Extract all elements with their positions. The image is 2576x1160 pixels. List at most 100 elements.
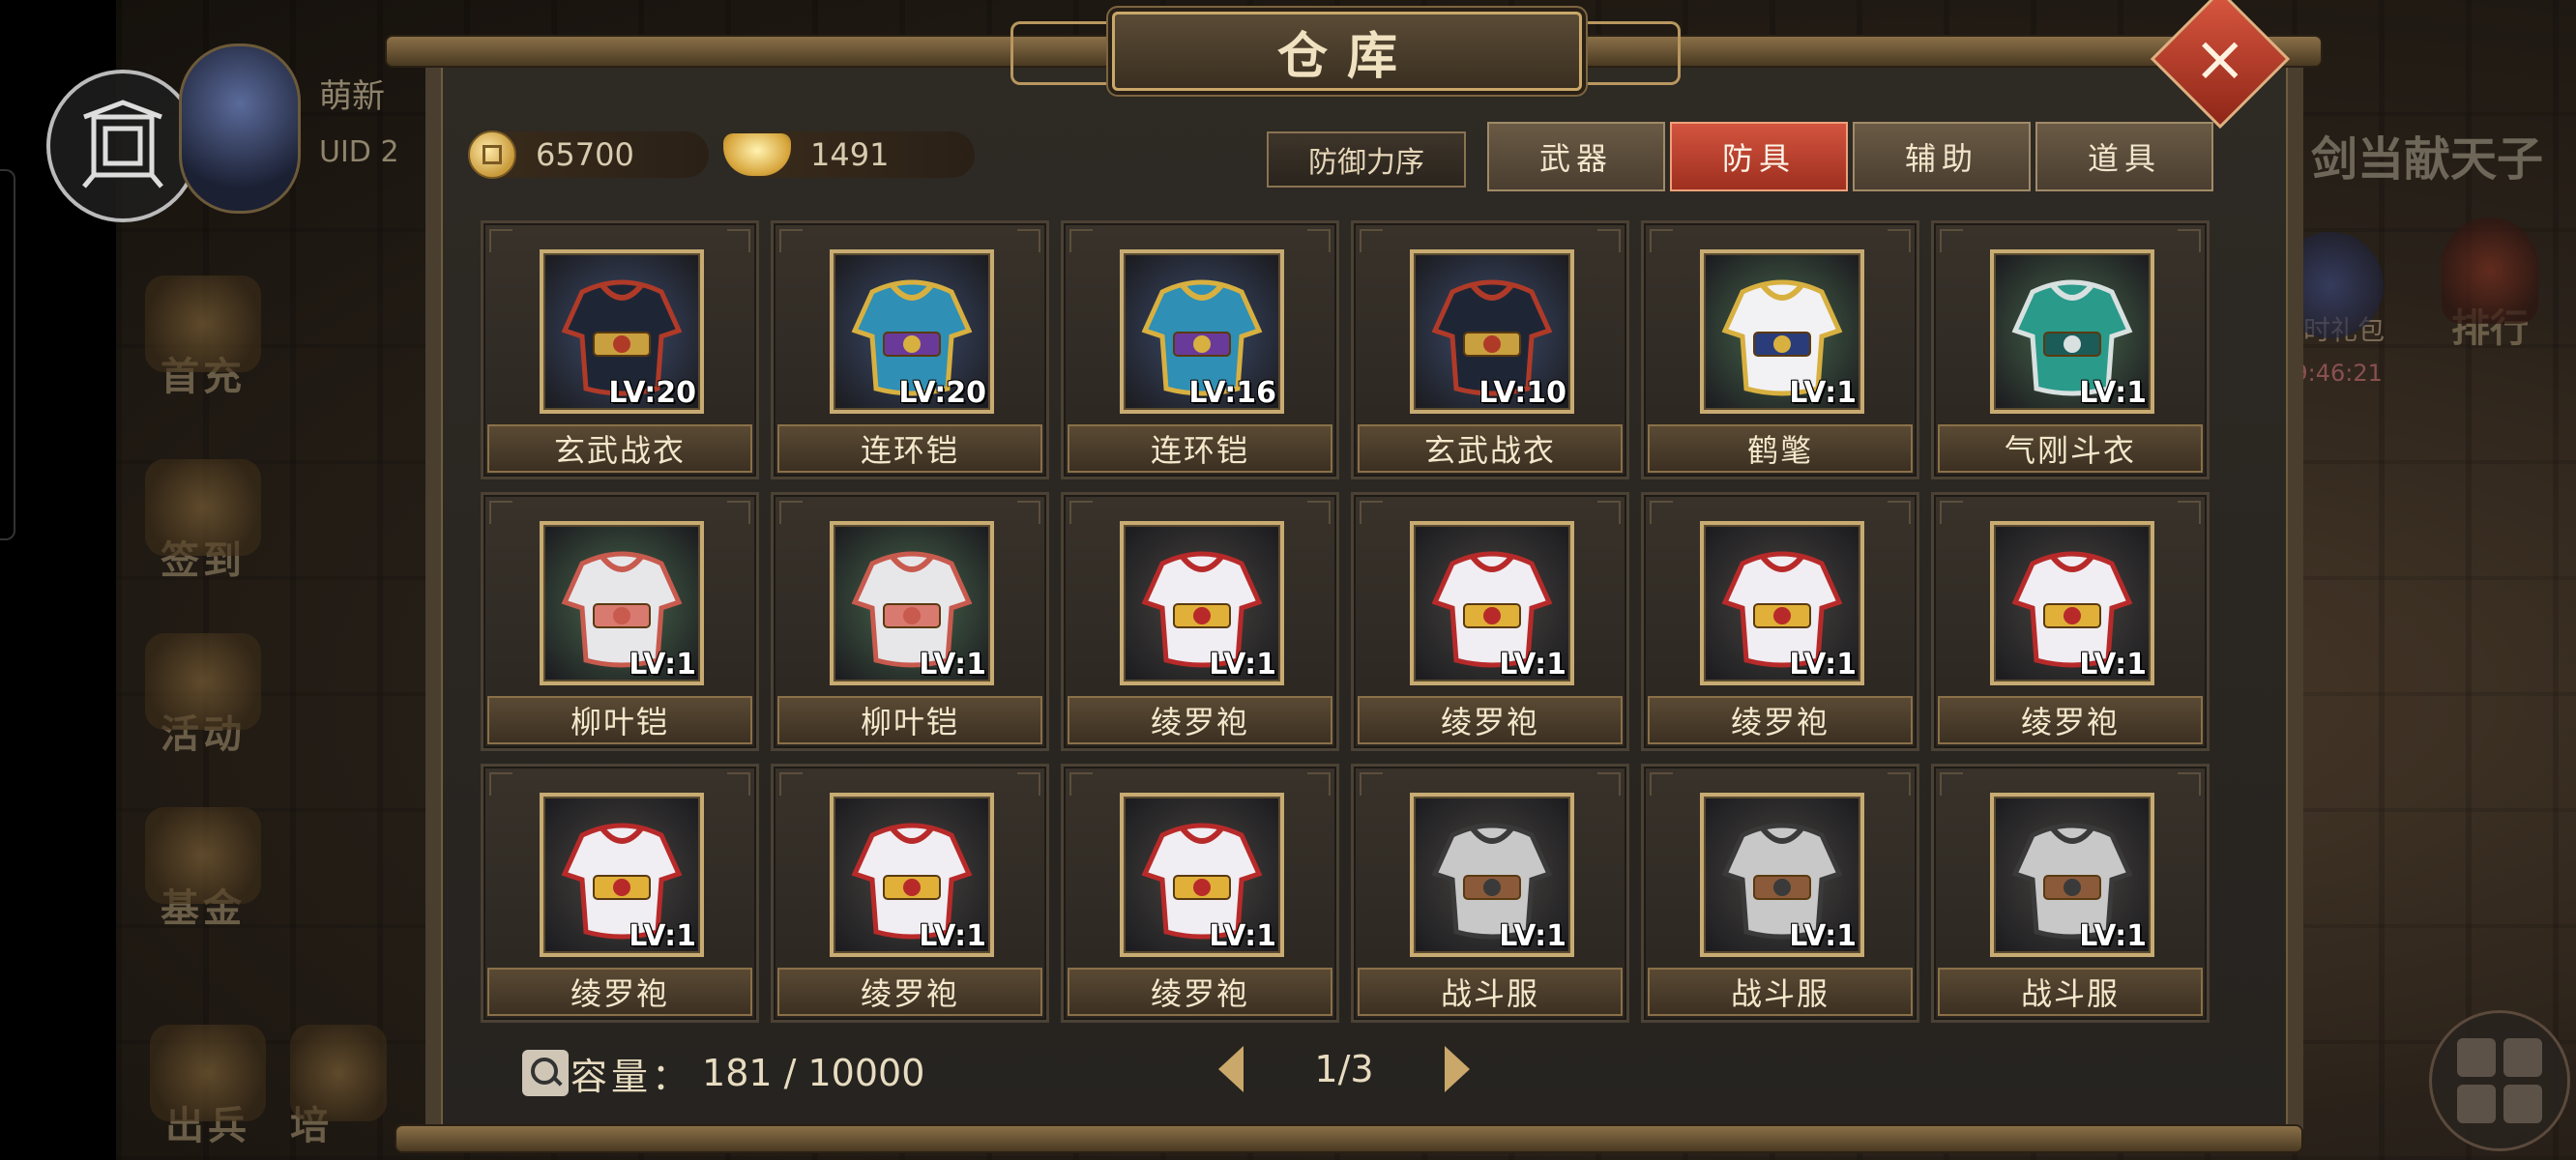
item-name: 鹤氅	[1648, 424, 1913, 473]
inventory-item[interactable]: LV:1 战斗服	[1641, 764, 1919, 1023]
page-indicator: 1/3	[1314, 1048, 1374, 1090]
inventory-item[interactable]: LV:20 连环铠	[771, 220, 1049, 479]
inventory-item[interactable]: LV:16 连环铠	[1061, 220, 1339, 479]
inventory-item[interactable]: LV:10 玄武战衣	[1351, 220, 1629, 479]
inventory-item[interactable]: LV:1 绫罗袍	[771, 764, 1049, 1023]
item-name: 气刚斗衣	[1938, 424, 2203, 473]
capacity-value: 181 / 10000	[702, 1052, 925, 1094]
item-name: 绫罗袍	[1938, 696, 2203, 744]
item-name: 玄武战衣	[487, 424, 752, 473]
tab-armor[interactable]: 防具	[1670, 122, 1848, 191]
inventory-item[interactable]: LV:1 战斗服	[1931, 764, 2210, 1023]
pagination: 1/3	[1218, 1039, 1470, 1099]
tab-weapons[interactable]: 武器	[1487, 122, 1665, 191]
inventory-item[interactable]: LV:1 绫罗袍	[1061, 492, 1339, 751]
item-icon-frame: LV:10	[1410, 249, 1574, 414]
item-icon-frame: LV:1	[1410, 793, 1574, 957]
warehouse-title-plate: 仓库	[1112, 12, 1582, 91]
player-name: 萌新	[319, 77, 385, 116]
item-icon-frame: LV:1	[1990, 793, 2154, 957]
item-icon-frame: LV:1	[1990, 521, 2154, 685]
inventory-item[interactable]: LV:1 气刚斗衣	[1931, 220, 2210, 479]
item-name: 柳叶铠	[487, 696, 752, 744]
search-icon[interactable]	[522, 1050, 569, 1096]
item-icon-frame: LV:1	[1700, 249, 1864, 414]
item-level: LV:1	[629, 919, 696, 953]
item-icon-frame: LV:16	[1120, 249, 1284, 414]
item-icon-frame: LV:1	[1700, 521, 1864, 685]
item-level: LV:1	[1499, 919, 1566, 953]
inventory-item[interactable]: LV:1 绫罗袍	[1061, 764, 1339, 1023]
item-name: 战斗服	[1358, 968, 1623, 1016]
copper-coin-icon	[468, 130, 516, 179]
main-menu-button[interactable]	[2429, 1010, 2570, 1151]
dispatch-icon	[150, 1025, 266, 1121]
item-level: LV:1	[919, 648, 986, 682]
edge-handle	[0, 169, 15, 540]
item-icon-frame: LV:1	[1700, 793, 1864, 957]
dispatch-button[interactable]: 出兵	[135, 1005, 280, 1150]
item-level: LV:1	[1209, 919, 1276, 953]
item-level: LV:1	[1789, 648, 1857, 682]
fund-button[interactable]: 基金	[131, 788, 276, 933]
panel-bottom-frame	[396, 1126, 2301, 1151]
inventory-item[interactable]: LV:20 玄武战衣	[481, 220, 759, 479]
avatar[interactable]	[179, 44, 301, 214]
item-level: LV:1	[2079, 919, 2147, 953]
first-recharge-button[interactable]: 首充	[131, 256, 276, 401]
next-page-arrow-icon[interactable]	[1445, 1046, 1470, 1092]
item-icon-frame: LV:1	[1120, 521, 1284, 685]
activity-button[interactable]: 活动	[131, 614, 276, 759]
inventory-item[interactable]: LV:1 战斗服	[1351, 764, 1629, 1023]
item-level: LV:1	[1789, 919, 1857, 953]
item-level: LV:1	[2079, 648, 2147, 682]
copper-balance: 65700	[468, 130, 709, 179]
prev-page-arrow-icon[interactable]	[1218, 1046, 1244, 1092]
item-icon-frame: LV:20	[830, 249, 994, 414]
fund-icon	[145, 807, 261, 904]
item-level: LV:10	[1478, 376, 1566, 410]
item-level: LV:1	[919, 919, 986, 953]
item-name: 柳叶铠	[777, 696, 1042, 744]
item-name: 绫罗袍	[1358, 696, 1623, 744]
activity-icon	[145, 633, 261, 730]
item-icon-frame: LV:1	[830, 793, 994, 957]
inventory-item[interactable]: LV:1 绫罗袍	[1351, 492, 1629, 751]
item-level: LV:1	[2079, 376, 2147, 410]
item-name: 战斗服	[1938, 968, 2203, 1016]
inventory-item[interactable]: LV:1 绫罗袍	[1641, 492, 1919, 751]
item-icon-frame: LV:1	[1120, 793, 1284, 957]
item-name: 绫罗袍	[1068, 696, 1332, 744]
item-name: 连环铠	[1068, 424, 1332, 473]
first-recharge-icon	[145, 276, 261, 372]
item-level: LV:1	[1789, 376, 1857, 410]
inventory-item[interactable]: LV:1 鹤氅	[1641, 220, 1919, 479]
inventory-item[interactable]: LV:1 绫罗袍	[1931, 492, 2210, 751]
item-name: 绫罗袍	[1648, 696, 1913, 744]
ranking-icon	[2442, 218, 2538, 324]
ranking-button[interactable]: 排行	[2427, 218, 2553, 382]
inventory-item[interactable]: LV:1 柳叶铠	[481, 492, 759, 751]
game-logo-icon[interactable]	[46, 70, 199, 222]
item-icon-frame: LV:20	[540, 249, 704, 414]
sign-in-icon	[145, 459, 261, 556]
gold-balance: 1491	[723, 131, 975, 178]
cultivate-icon	[290, 1025, 387, 1121]
tab-auxiliary[interactable]: 辅助	[1853, 122, 2031, 191]
item-name: 绫罗袍	[1068, 968, 1332, 1016]
item-name: 战斗服	[1648, 968, 1913, 1016]
inventory-item[interactable]: LV:1 绫罗袍	[481, 764, 759, 1023]
item-name: 绫罗袍	[487, 968, 752, 1016]
sign-in-button[interactable]: 签到	[131, 440, 276, 585]
item-name: 玄武战衣	[1358, 424, 1623, 473]
item-icon-frame: LV:1	[1990, 249, 2154, 414]
sort-defense-button[interactable]: 防御力序	[1267, 131, 1466, 188]
item-icon-frame: LV:1	[830, 521, 994, 685]
item-icon-frame: LV:1	[540, 793, 704, 957]
inventory-item[interactable]: LV:1 柳叶铠	[771, 492, 1049, 751]
capacity-display: 容量： 181 / 10000	[522, 1049, 925, 1098]
item-level: LV:20	[608, 376, 696, 410]
item-level: LV:16	[1188, 376, 1276, 410]
item-level: LV:1	[1499, 648, 1566, 682]
tab-items[interactable]: 道具	[2035, 122, 2213, 191]
